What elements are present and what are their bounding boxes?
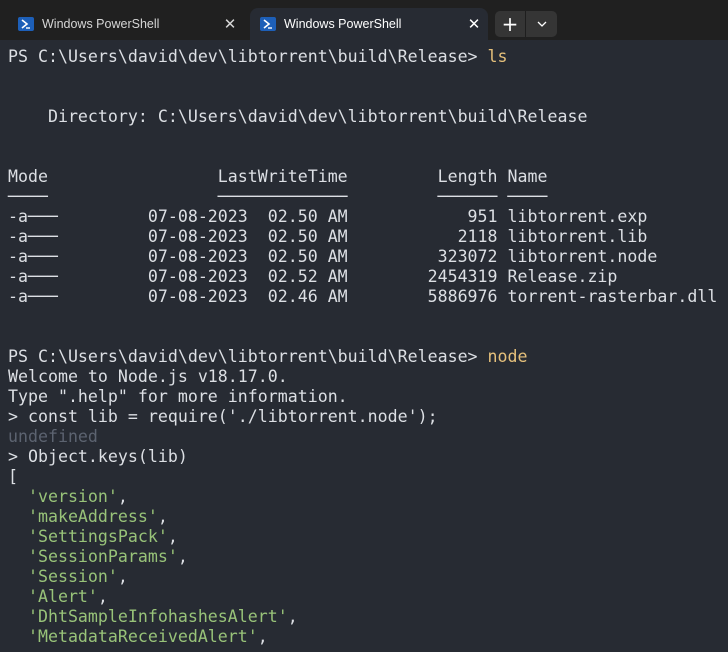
table-header-underline: ──── ───────────── ────── ──── <box>8 187 548 206</box>
directory-line: Directory: C:\Users\david\dev\libtorrent… <box>8 107 588 126</box>
prompt-line: PS C:\Users\david\dev\libtorrent\build\R… <box>8 47 728 67</box>
prompt: PS C:\Users\david\dev\libtorrent\build\R… <box>8 347 488 366</box>
array-open: [ <box>8 467 18 486</box>
file-name: libtorrent.lib <box>507 227 648 246</box>
tab-title: Windows PowerShell <box>284 17 402 31</box>
string-value: 'SettingsPack' <box>27 527 168 546</box>
file-row: -a─── 07-08-2023 02.50 AM 323072 libtorr… <box>8 247 728 267</box>
repl-input: > const lib = require('./libtorrent.node… <box>8 407 438 426</box>
tab-powershell-1[interactable]: Windows PowerShell ✕ <box>8 8 244 40</box>
array-item: 'SettingsPack', <box>27 527 178 546</box>
new-tab-group: + <box>495 11 557 37</box>
terminal-pane[interactable]: PS C:\Users\david\dev\libtorrent\build\R… <box>0 40 728 652</box>
file-row: -a─── 07-08-2023 02.46 AM 5886976 torren… <box>8 287 728 307</box>
array-item: 'Alert', <box>27 587 108 606</box>
table-header: Mode LastWriteTime Length Name <box>8 167 548 186</box>
file-name: Release.zip <box>507 267 618 286</box>
file-row: -a─── 07-08-2023 02.50 AM 951 libtorrent… <box>8 207 728 227</box>
file-row: -a─── 07-08-2023 02.52 AM 2454319 Releas… <box>8 267 728 287</box>
array-item: 'DhtSampleInfohashesAlert', <box>27 607 298 626</box>
string-value: 'DhtSampleInfohashesAlert' <box>27 607 288 626</box>
tab-powershell-2[interactable]: Windows PowerShell ✕ <box>250 8 488 40</box>
file-name: libtorrent.exp <box>507 207 648 226</box>
array-item: 'MetadataReceivedAlert', <box>27 627 268 646</box>
prompt: PS C:\Users\david\dev\libtorrent\build\R… <box>8 47 488 66</box>
command: node <box>487 347 528 366</box>
array-item: 'version', <box>27 487 128 506</box>
string-value: 'SessionParams' <box>27 547 178 566</box>
new-tab-button[interactable]: + <box>495 11 526 37</box>
repl-input: > Object.keys(lib) <box>8 447 188 466</box>
array-item: 'makeAddress', <box>27 507 168 526</box>
repl-output: undefined <box>8 427 98 446</box>
file-row-meta: -a─── 07-08-2023 02.46 AM 5886976 <box>8 287 508 306</box>
node-help: Type ".help" for more information. <box>8 387 348 406</box>
powershell-icon <box>260 17 276 31</box>
powershell-icon <box>18 17 34 31</box>
file-row-meta: -a─── 07-08-2023 02.50 AM 951 <box>8 207 508 226</box>
tab-bar: Windows PowerShell ✕ Windows PowerShell … <box>0 0 728 40</box>
node-welcome: Welcome to Node.js v18.17.0. <box>8 367 288 386</box>
chevron-down-icon[interactable] <box>526 11 557 37</box>
close-icon[interactable]: ✕ <box>460 15 488 33</box>
file-row-meta: -a─── 07-08-2023 02.52 AM 2454319 <box>8 267 508 286</box>
string-value: 'version' <box>27 487 118 506</box>
command: ls <box>487 47 508 66</box>
file-name: libtorrent.node <box>507 247 658 266</box>
string-value: 'Alert' <box>27 587 98 606</box>
array-item: 'SessionParams', <box>27 547 188 566</box>
prompt-line: PS C:\Users\david\dev\libtorrent\build\R… <box>8 347 728 367</box>
close-icon[interactable]: ✕ <box>216 15 244 33</box>
file-row-meta: -a─── 07-08-2023 02.50 AM 323072 <box>8 247 508 266</box>
file-row-meta: -a─── 07-08-2023 02.50 AM 2118 <box>8 227 508 246</box>
tab-title: Windows PowerShell <box>42 17 160 31</box>
string-value: 'MetadataReceivedAlert' <box>27 627 258 646</box>
terminal-output: PS C:\Users\david\dev\libtorrent\build\R… <box>0 40 728 647</box>
file-name: torrent-rasterbar.dll <box>507 287 718 306</box>
string-value: 'makeAddress' <box>27 507 158 526</box>
string-value: 'Session' <box>27 567 118 586</box>
array-item: 'Session', <box>27 567 128 586</box>
file-row: -a─── 07-08-2023 02.50 AM 2118 libtorren… <box>8 227 728 247</box>
